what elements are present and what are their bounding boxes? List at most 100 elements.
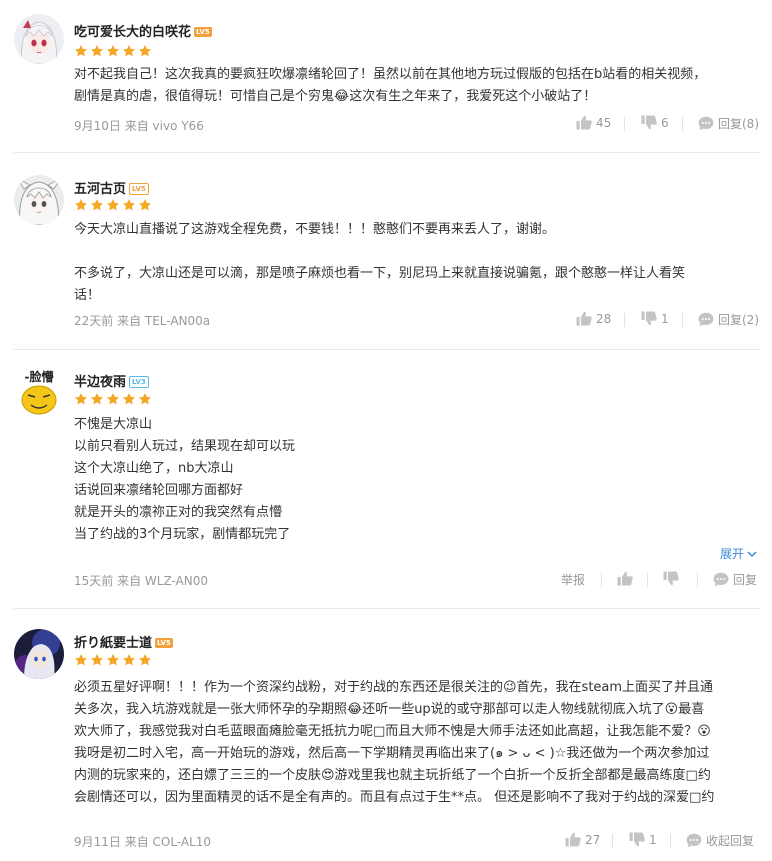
level-badge: LV5 xyxy=(129,183,149,195)
username-text[interactable]: 半边夜雨 xyxy=(74,375,126,390)
username[interactable]: 折り紙要士道 LV5 xyxy=(74,632,173,651)
comment-bubble-icon xyxy=(686,833,702,848)
review-text-line: 内测的玩家来的，还白嫖了三三的一个皮肤😍游戏里我也就主玩折纸了一个白折一个反折全… xyxy=(74,768,711,783)
thumbs-up-icon xyxy=(565,832,581,847)
action-divider xyxy=(624,313,625,327)
action-divider xyxy=(612,834,613,848)
star-icon xyxy=(139,393,151,405)
chevron-down-icon xyxy=(747,550,757,557)
report-button[interactable]: 举报 xyxy=(561,571,585,588)
review-divider xyxy=(14,349,760,350)
avatar[interactable] xyxy=(14,14,64,64)
thumbs-down-icon xyxy=(663,571,679,586)
star-icon xyxy=(123,199,135,211)
action-divider xyxy=(682,117,683,131)
action-divider xyxy=(682,313,683,327)
star-icon xyxy=(123,393,135,405)
like-count: 28 xyxy=(596,311,612,326)
review-text-line: 就是开头的凛祢正对的我突然有点懵 xyxy=(74,505,283,520)
avatar-image xyxy=(14,175,64,225)
dislike-count: 1 xyxy=(661,311,669,326)
reply-label: 回复(8) xyxy=(718,117,759,131)
review-text-line: 关多次，我入坑游戏就是一张大师怀孕的孕期照😂还听一些up说的或守那部可以走人物线… xyxy=(74,702,705,717)
reply-button[interactable]: 回复 xyxy=(713,571,757,588)
report-label: 举报 xyxy=(561,573,586,587)
review-text-line: 不愧是大凉山 xyxy=(74,417,153,432)
star-rating xyxy=(74,198,152,212)
dislike-count: 6 xyxy=(661,115,669,130)
review-text-line: 我呀是初二时入宅，高一开始玩的游戏，然后高一下学期精灵再临出来了(๑ > ᴗ <… xyxy=(74,746,710,761)
review-meta: 15天前 来自 WLZ-AN00 xyxy=(74,574,208,588)
avatar[interactable] xyxy=(14,175,64,225)
username-text[interactable]: 折り紙要士道 xyxy=(74,636,152,651)
star-icon xyxy=(139,654,151,666)
star-rating xyxy=(74,44,152,58)
review-divider xyxy=(14,608,760,609)
thumbs-up-icon xyxy=(576,115,592,130)
review-text: 不愧是大凉山 以前只看别人玩过，结果现在却可以玩 这个大凉山绝了，nb大凉山 话… xyxy=(74,414,762,546)
dislike-button[interactable]: 1 xyxy=(629,832,657,847)
star-icon xyxy=(91,654,103,666)
dislike-button[interactable]: 1 xyxy=(641,311,669,326)
like-button[interactable]: 28 xyxy=(576,311,611,326)
like-button[interactable]: 27 xyxy=(565,832,600,847)
thumbs-down-icon xyxy=(641,115,657,130)
comment-bubble-icon xyxy=(698,116,714,131)
username[interactable]: 吃可爱长大的白咲花 LV5 xyxy=(74,21,212,40)
review-text-line: 会剧情还可以，因为里面精灵的话不是全有声的。而且有点过于生**点。 但还是影响不… xyxy=(74,790,715,805)
star-icon xyxy=(123,45,135,57)
reply-label: 回复(2) xyxy=(718,313,759,327)
dislike-button[interactable] xyxy=(663,571,679,586)
username-text[interactable]: 吃可爱长大的白咲花 xyxy=(74,25,191,40)
review-meta: 9月10日 来自 vivo Y66 xyxy=(74,119,204,133)
review-meta: 22天前 来自 TEL-AN00a xyxy=(74,314,211,328)
avatar[interactable]: -脸懵 xyxy=(14,368,64,418)
review-text: 今天大凉山直播说了这游戏全程免费，不要钱！！！憨憨们不要再来丢人了，谢谢。 不多… xyxy=(74,219,762,307)
username[interactable]: 半边夜雨 LV3 xyxy=(74,371,149,390)
star-icon xyxy=(123,654,135,666)
review-text-line: 这个大凉山绝了，nb大凉山 xyxy=(74,461,234,476)
collapse-replies-button[interactable]: 收起回复 xyxy=(686,832,754,849)
star-icon xyxy=(75,199,87,211)
star-icon xyxy=(91,199,103,211)
thumbs-down-icon xyxy=(641,311,657,326)
like-count: 45 xyxy=(596,115,612,130)
reply-label: 回复 xyxy=(733,573,758,587)
username-text[interactable]: 五河古页 xyxy=(74,182,126,197)
action-divider xyxy=(647,573,648,587)
level-badge: LV3 xyxy=(129,376,149,388)
username[interactable]: 五河古页 LV5 xyxy=(74,178,149,197)
star-icon xyxy=(91,45,103,57)
star-icon xyxy=(75,654,87,666)
star-icon xyxy=(139,199,151,211)
like-button[interactable] xyxy=(617,571,633,586)
star-icon xyxy=(75,45,87,57)
like-button[interactable]: 45 xyxy=(576,115,611,130)
review-text-line: 话说回来凛绪轮回哪方面都好 xyxy=(74,483,244,498)
reply-button[interactable]: 回复(2) xyxy=(698,311,759,328)
thumbs-down-icon xyxy=(629,832,645,847)
review-text-line: 以前只看别人玩过，结果现在却可以玩 xyxy=(74,439,296,454)
expand-button[interactable]: 展开 xyxy=(720,545,758,562)
dislike-count: 1 xyxy=(649,832,657,847)
action-divider xyxy=(670,834,671,848)
action-divider xyxy=(697,573,698,587)
avatar-image xyxy=(14,629,64,679)
avatar[interactable] xyxy=(14,629,64,679)
review-text-line: 今天大凉山直播说了这游戏全程免费，不要钱！！！憨憨们不要再来丢人了，谢谢。 xyxy=(74,222,556,237)
star-icon xyxy=(107,45,119,57)
level-badge: LV5 xyxy=(155,638,173,648)
star-icon xyxy=(75,393,87,405)
expand-label: 展开 xyxy=(719,547,744,561)
review-text-line: 对不起我自己！这次我真的要疯狂吹爆凛绪轮回了！虽然以前在其他地方玩过假版的包括在… xyxy=(74,67,707,82)
review-meta: 9月11日 来自 COL-AL10 xyxy=(74,835,212,849)
avatar-image: -脸懵 xyxy=(14,368,64,418)
review-text-line: 欢大师了，我感觉我对白毛蓝眼面瘫脸毫无抵抗力呢□而且大师不愧是大师手法还如此高超… xyxy=(74,724,711,739)
reply-button[interactable]: 回复(8) xyxy=(698,115,759,132)
comment-bubble-icon xyxy=(698,312,714,327)
review-text-line: 必须五星好评啊！！！作为一个资深约战粉，对于约战的东西还是很关注的😉首先，我在s… xyxy=(74,680,714,695)
dislike-button[interactable]: 6 xyxy=(641,115,669,130)
review-text-line: 不多说了，大凉山还是可以滴，那是喷子麻烦也看一下，别尼玛上来就直接说骗氪，跟个憨… xyxy=(74,266,686,281)
avatar-caption: -脸懵 xyxy=(25,369,54,384)
thumbs-up-icon xyxy=(617,571,633,586)
